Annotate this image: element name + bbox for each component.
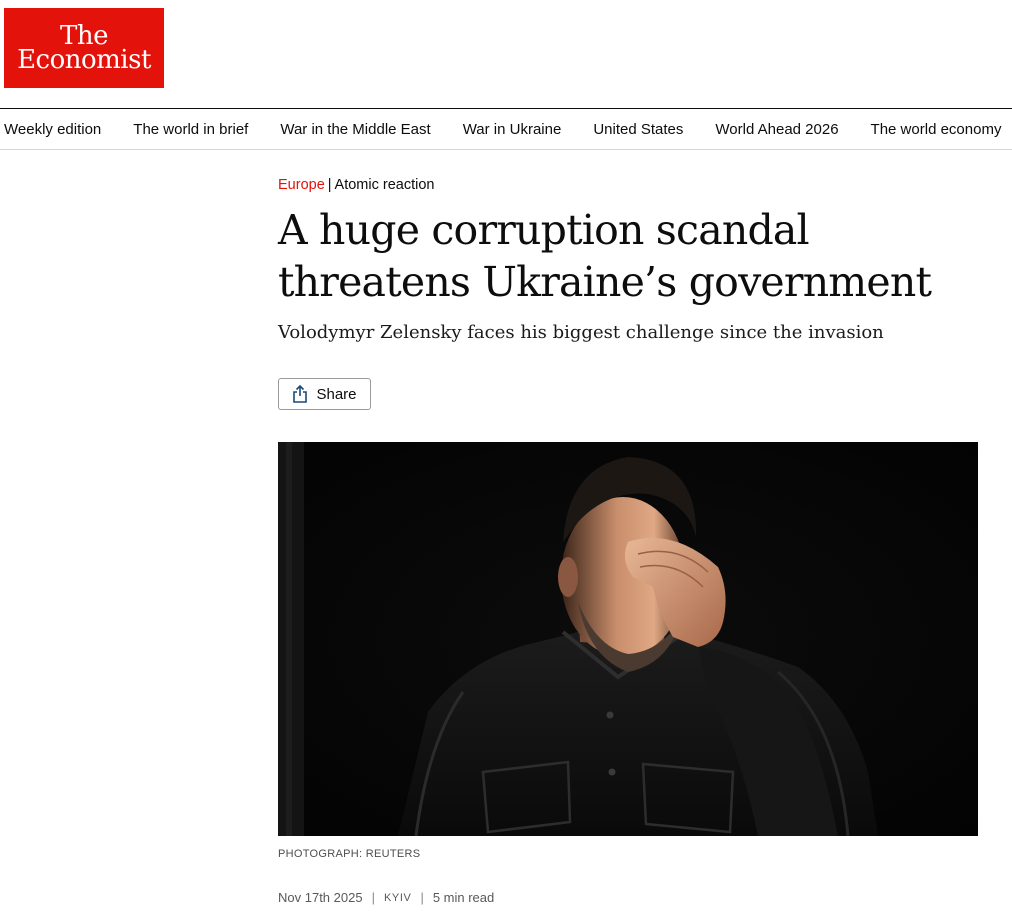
fly-title: Atomic reaction bbox=[334, 177, 435, 193]
nav-item-weekly-edition[interactable]: Weekly edition bbox=[4, 121, 101, 138]
article-photo bbox=[278, 442, 978, 836]
nav-item-world-economy[interactable]: The world economy bbox=[871, 121, 1002, 138]
article-headline: A huge corruption scandal threatens Ukra… bbox=[278, 204, 978, 308]
logo-line-2: Economist bbox=[17, 45, 151, 75]
dateline: KYIV bbox=[383, 891, 412, 904]
section-link[interactable]: Europe bbox=[278, 177, 325, 193]
read-time: 5 min read bbox=[432, 890, 495, 905]
share-label: Share bbox=[316, 385, 357, 403]
page: The Economist Weekly edition The world i… bbox=[0, 0, 1012, 919]
rubric-separator: | bbox=[327, 177, 332, 193]
meta-divider: | bbox=[371, 890, 375, 905]
headline-line-2: threatens Ukraine’s government bbox=[278, 258, 932, 306]
nav-item-war-in-ukraine[interactable]: War in Ukraine bbox=[463, 121, 562, 138]
main-navigation: Weekly edition The world in brief War in… bbox=[0, 108, 1012, 150]
article-meta: Nov 17th 2025 | KYIV | 5 min read bbox=[278, 890, 494, 905]
article-rubric: Europe | Atomic reaction bbox=[278, 177, 434, 193]
meta-divider: | bbox=[420, 890, 424, 905]
nav-item-war-middle-east[interactable]: War in the Middle East bbox=[280, 121, 430, 138]
nav-item-world-in-brief[interactable]: The world in brief bbox=[133, 121, 248, 138]
nav-item-world-ahead-2026[interactable]: World Ahead 2026 bbox=[715, 121, 838, 138]
image-credit: PHOTOGRAPH: REUTERS bbox=[278, 848, 421, 860]
publish-date: Nov 17th 2025 bbox=[278, 890, 363, 905]
nav-item-united-states[interactable]: United States bbox=[593, 121, 683, 138]
share-icon bbox=[292, 385, 308, 403]
article-standfirst: Volodymyr Zelensky faces his biggest cha… bbox=[278, 322, 884, 343]
headline-line-1: A huge corruption scandal bbox=[278, 206, 810, 254]
economist-logo[interactable]: The Economist bbox=[4, 8, 164, 88]
share-button[interactable]: Share bbox=[278, 378, 371, 410]
